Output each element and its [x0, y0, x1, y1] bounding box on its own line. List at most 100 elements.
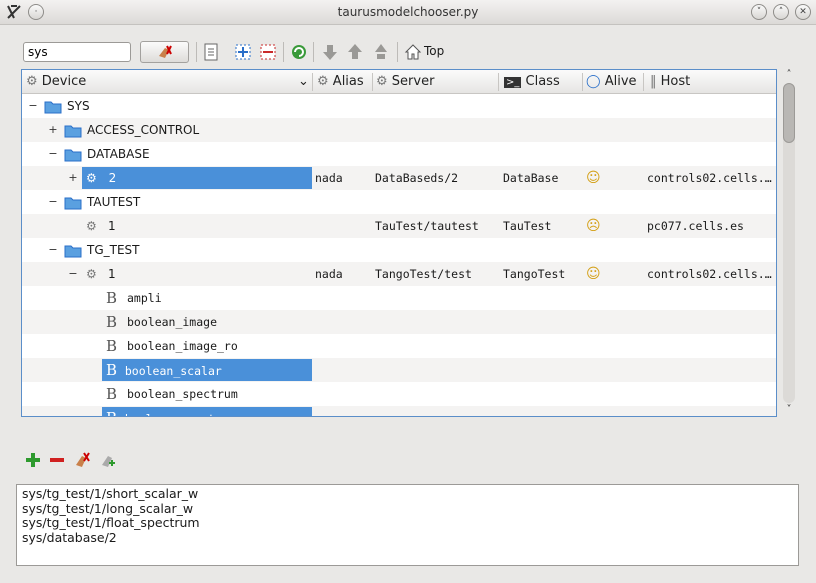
list-item[interactable]: sys/tg_test/1/long_scalar_w [22, 501, 793, 517]
gear-icon: ⚙ [86, 219, 97, 233]
chevron-down-icon: ⌄ [298, 74, 309, 89]
tree-row-label: ampli [127, 291, 162, 305]
alive-icon: ☹ [586, 218, 601, 234]
collapse-toggle[interactable]: − [48, 190, 58, 214]
document-icon[interactable] [201, 42, 221, 62]
list-item[interactable]: sys/tg_test/1/short_scalar_w [22, 486, 793, 502]
clear-filter-button[interactable] [140, 41, 189, 63]
host-cell: controls02.cells.… [647, 267, 772, 281]
boolean-attribute-icon: B [106, 337, 118, 355]
tree-row[interactable]: − TG_TEST [22, 238, 776, 262]
tree-row-selection[interactable]: B boolean_spectrum_ro [102, 407, 312, 416]
tree-row-label: TAUTEST [87, 195, 141, 209]
column-device[interactable]: ⚙ Device ⌄ [26, 70, 316, 94]
column-alias[interactable]: ⚙ Alias [317, 70, 364, 94]
close-button[interactable]: ✕ [795, 4, 811, 20]
home-icon[interactable] [403, 42, 423, 62]
go-top-icon[interactable] [371, 42, 391, 62]
tree-row-label: boolean_spectrum [127, 387, 238, 401]
boolean-attribute-icon: B [106, 361, 118, 379]
tree-row-label: SYS [67, 99, 90, 113]
expand-all-icon[interactable] [233, 42, 253, 62]
tree-row-label: DATABASE [87, 147, 150, 161]
tree-row[interactable]: B boolean_scalar [22, 358, 776, 382]
terminal-icon: >_ [504, 77, 522, 88]
tree-row[interactable]: − TAUTEST [22, 190, 776, 214]
remove-icon[interactable] [48, 451, 66, 469]
list-item[interactable]: sys/tg_test/1/float_spectrum [22, 515, 793, 531]
alive-icon: ☺ [586, 170, 601, 186]
alias-cell: nada [315, 171, 343, 185]
clear-list-icon[interactable] [73, 451, 91, 469]
scroll-thumb[interactable] [783, 83, 795, 143]
title-bar: · taurusmodelchooser.py ˅ ˄ ✕ [0, 0, 816, 25]
tree-row-label: boolean_scalar [124, 364, 222, 378]
gear-icon: ⚙ [26, 74, 38, 89]
tree-scrollbar[interactable]: ˄ ˅ [780, 69, 798, 417]
server-cell: DataBaseds/2 [375, 171, 459, 185]
broom-icon [159, 45, 172, 58]
server-cell: TauTest/tautest [375, 219, 479, 233]
collapse-toggle[interactable]: − [68, 262, 78, 286]
host-cell: pc077.cells.es [647, 219, 744, 233]
tree-row[interactable]: B boolean_spectrum [22, 382, 776, 406]
help-button[interactable]: ˅ [751, 4, 767, 20]
tree-row[interactable]: B ampli [22, 286, 776, 310]
filter-input[interactable] [23, 42, 131, 62]
tree-row[interactable]: − ⚙ 1 nada TangoTest/test TangoTest ☺ co… [22, 262, 776, 286]
add-icon[interactable] [24, 451, 42, 469]
list-item[interactable]: sys/database/2 [22, 530, 793, 546]
column-host[interactable]: ‖ Host [650, 70, 690, 94]
tower-icon: ‖ [650, 74, 657, 89]
server-cell: TangoTest/test [375, 267, 472, 281]
tree-row-label: 1 [108, 267, 116, 281]
alive-icon: ☺ [586, 266, 601, 282]
collapse-all-icon[interactable] [258, 42, 278, 62]
tree-row-selection[interactable]: ⚙ 2 [82, 167, 312, 189]
tree-row[interactable]: + ACCESS_CONTROL [22, 118, 776, 142]
tree-row[interactable]: − DATABASE [22, 142, 776, 166]
tree-row[interactable]: B boolean_spectrum_ro [22, 406, 776, 416]
expand-toggle[interactable]: + [48, 118, 58, 142]
tree-row[interactable]: − SYS [22, 94, 776, 118]
alias-cell: nada [315, 267, 343, 281]
arrow-down-icon[interactable] [320, 42, 340, 62]
tree-row-label: boolean_image [127, 315, 218, 329]
expand-toggle[interactable]: + [68, 166, 78, 190]
host-cell: controls02.cells.… [647, 171, 772, 185]
gear-icon: ⚙ [317, 74, 329, 89]
power-icon: ◯ [586, 74, 601, 89]
collapse-toggle[interactable]: − [28, 94, 38, 118]
tree-row-label: boolean_spectrum_ro [125, 412, 257, 416]
device-tree[interactable]: ⚙ Device ⌄ ⚙ Alias ⚙ Server >_ Class ◯ A… [21, 69, 777, 417]
refresh-icon[interactable] [289, 42, 309, 62]
column-class[interactable]: >_ Class [504, 70, 560, 94]
class-cell: TangoTest [503, 267, 566, 281]
top-label[interactable]: Top [424, 44, 444, 58]
tree-row[interactable]: ⚙ 1 TauTest/tautest TauTest ☹ pc077.cell… [22, 214, 776, 238]
close-icon: ✕ [799, 7, 807, 17]
selected-models-list[interactable]: sys/tg_test/1/short_scalar_w sys/tg_test… [16, 484, 799, 566]
gear-icon: ⚙ [376, 74, 388, 89]
folder-icon [44, 94, 62, 118]
tree-row-label: 1 [108, 219, 116, 233]
apply-icon[interactable] [99, 451, 117, 469]
minimize-button[interactable]: ˄ [773, 4, 789, 20]
tree-row-label: TG_TEST [87, 243, 140, 257]
tree-row[interactable]: B boolean_image_ro [22, 334, 776, 358]
column-server[interactable]: ⚙ Server [376, 70, 434, 94]
column-alive[interactable]: ◯ Alive [586, 70, 637, 94]
scroll-up-icon[interactable]: ˄ [782, 69, 796, 81]
tree-row[interactable]: B boolean_image [22, 310, 776, 334]
tree-row-selection[interactable]: B boolean_scalar [102, 359, 312, 381]
tree-row[interactable]: + ⚙ 2 nada DataBaseds/2 DataBase ☺ contr… [22, 166, 776, 190]
minimize-icon: ˄ [778, 7, 784, 17]
scroll-down-icon[interactable]: ˅ [782, 404, 796, 416]
collapse-toggle[interactable]: − [48, 238, 58, 262]
boolean-attribute-icon: B [106, 385, 118, 403]
arrow-up-icon[interactable] [345, 42, 365, 62]
boolean-attribute-icon: B [106, 313, 118, 331]
collapse-toggle[interactable]: − [48, 142, 58, 166]
tree-row-label: ACCESS_CONTROL [87, 123, 200, 137]
tree-header: ⚙ Device ⌄ ⚙ Alias ⚙ Server >_ Class ◯ A… [22, 70, 776, 94]
